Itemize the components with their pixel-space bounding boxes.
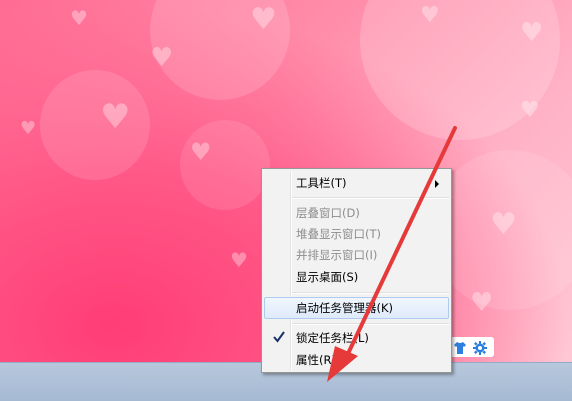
menu-separator xyxy=(292,323,449,325)
menu-item-label: 显示桌面(S) xyxy=(296,270,359,284)
system-tray xyxy=(446,337,494,357)
menu-item-show-desktop[interactable]: 显示桌面(S) xyxy=(264,266,449,288)
menu-item-label: 锁定任务栏(L) xyxy=(296,331,369,345)
submenu-arrow-icon xyxy=(435,180,439,188)
menu-item-properties[interactable]: 属性(R) xyxy=(264,349,449,371)
menu-item-lock-taskbar[interactable]: 锁定任务栏(L) xyxy=(264,327,449,349)
menu-item-label: 堆叠显示窗口(T) xyxy=(296,227,381,241)
menu-item-task-manager[interactable]: 启动任务管理器(K) xyxy=(264,297,449,319)
menu-item-label: 启动任务管理器(K) xyxy=(296,301,394,315)
menu-separator xyxy=(292,292,449,294)
menu-item-label: 层叠窗口(D) xyxy=(296,206,360,220)
menu-item-side-by-side[interactable]: 并排显示窗口(I) xyxy=(264,244,449,266)
menu-item-cascade-windows[interactable]: 层叠窗口(D) xyxy=(264,202,449,224)
gear-icon[interactable] xyxy=(473,340,487,355)
shirt-icon[interactable] xyxy=(453,340,467,354)
menu-item-label: 工具栏(T) xyxy=(296,176,347,190)
menu-item-toolbars[interactable]: 工具栏(T) xyxy=(264,172,449,194)
menu-item-label: 并排显示窗口(I) xyxy=(296,248,378,262)
checkmark-icon xyxy=(271,329,287,345)
menu-item-label: 属性(R) xyxy=(296,353,336,367)
menu-item-stack-windows[interactable]: 堆叠显示窗口(T) xyxy=(264,223,449,245)
menu-separator xyxy=(292,197,449,199)
taskbar-context-menu: 工具栏(T) 层叠窗口(D) 堆叠显示窗口(T) 并排显示窗口(I) 显示桌面(… xyxy=(261,168,452,373)
